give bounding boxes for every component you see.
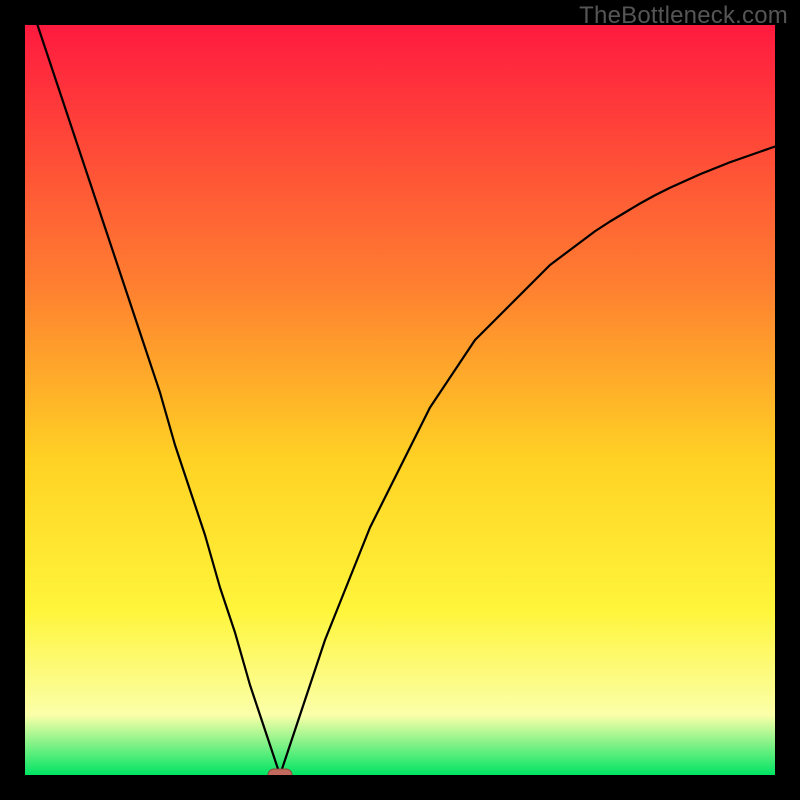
plot-area <box>25 25 775 775</box>
chart-frame: TheBottleneck.com <box>0 0 800 800</box>
minimum-marker <box>268 769 292 775</box>
bottleneck-chart <box>25 25 775 775</box>
gradient-bg <box>25 25 775 775</box>
watermark-text: TheBottleneck.com <box>579 2 788 30</box>
